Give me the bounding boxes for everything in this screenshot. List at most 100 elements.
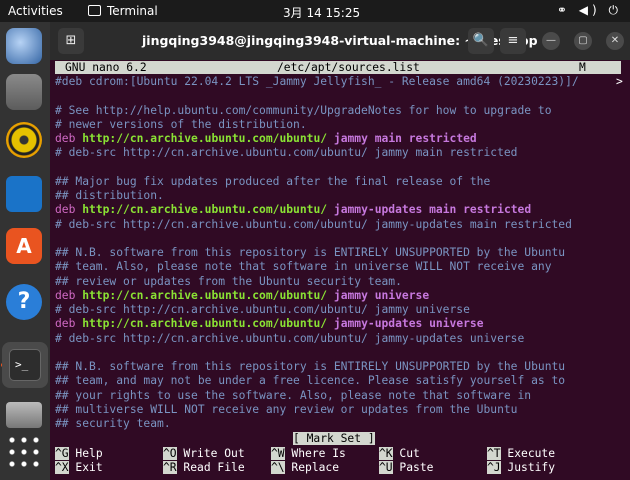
file-name: /etc/apt/sources.list xyxy=(277,61,420,74)
comment-line: ## distribution. xyxy=(55,189,164,202)
comment-line: ## security team. xyxy=(55,417,171,430)
shortcut-key: ^R xyxy=(163,461,177,474)
system-tray[interactable]: ⚭ ◀) ⏻ xyxy=(557,3,622,18)
comment-line: ## N.B. software from this repository is… xyxy=(55,246,566,259)
shortcut-cut[interactable]: ^K Cut xyxy=(379,447,420,461)
shortcut-replace[interactable]: ^\ Replace xyxy=(271,461,339,475)
repo-url: http://cn.archive.ubuntu.com/ubuntu/ xyxy=(82,317,328,331)
comment-line: # See http://help.ubuntu.com/community/U… xyxy=(55,103,552,117)
components: universe xyxy=(429,317,484,331)
dist-name: jammy-updates xyxy=(333,203,423,217)
source-line: deb http://cn.archive.ubuntu.com/ubuntu/… xyxy=(55,203,531,217)
shortcut-exit[interactable]: ^X Exit xyxy=(55,461,103,475)
shortcut-key: ^X xyxy=(55,461,69,474)
dist-name: jammy xyxy=(333,288,368,302)
files-icon[interactable] xyxy=(6,74,42,110)
status-message: [ Mark Set ] xyxy=(293,432,375,445)
app-name: Terminal xyxy=(107,4,158,18)
comment-line: # deb-src http://cn.archive.ubuntu.com/u… xyxy=(55,303,470,316)
shortcut-execute[interactable]: ^T Execute xyxy=(487,447,555,461)
shortcut-label: Justify xyxy=(500,461,556,474)
terminal-icon: >_ xyxy=(9,349,41,381)
clock[interactable]: 3月 14 15:25 xyxy=(283,4,360,21)
deb-keyword: deb xyxy=(55,203,76,217)
components: universe xyxy=(374,288,430,302)
comment-line: ## N.B. software from this repository is… xyxy=(55,360,566,373)
shortcut-justify[interactable]: ^J Justify xyxy=(487,461,555,475)
libreoffice-writer-icon[interactable] xyxy=(6,176,42,212)
terminal-window: ⊞ jingqing3948@jingqing3948-virtual-mach… xyxy=(50,22,630,480)
search-button[interactable]: 🔍 xyxy=(468,28,494,54)
dist-name: jammy xyxy=(333,132,368,145)
deb-keyword: deb xyxy=(55,317,76,331)
top-bar: Activities Terminal 3月 14 15:25 ⚭ ◀) ⏻ xyxy=(0,0,630,22)
shortcut-read-file[interactable]: ^R Read File xyxy=(163,461,245,475)
components: main restricted xyxy=(374,132,477,145)
comment-line: ## review or updates from the Ubuntu sec… xyxy=(55,274,402,288)
comment-line: ## your rights to use the software. Also… xyxy=(55,388,532,402)
shortcut-write-out[interactable]: ^O Write Out xyxy=(163,447,245,461)
comment-line: # deb-src http://cn.archive.ubuntu.com/u… xyxy=(55,217,572,231)
thunderbird-icon[interactable] xyxy=(6,28,42,64)
shortcut-key: ^T xyxy=(487,447,501,460)
shortcut-where-is[interactable]: ^W Where Is xyxy=(271,447,346,461)
comment-line: #deb cdrom:[Ubuntu 22.04.2 LTS _Jammy Je… xyxy=(55,75,579,88)
repo-url: http://cn.archive.ubuntu.com/ubuntu/ xyxy=(82,203,328,217)
shortcut-label: Replace xyxy=(284,461,340,474)
comment-line: ## team. Also, please note that software… xyxy=(55,260,552,274)
comment-line: ## Major bug fix updates produced after … xyxy=(55,174,491,188)
shortcut-label: Read File xyxy=(176,461,245,474)
shortcut-label: Write Out xyxy=(176,447,245,460)
shortcut-help[interactable]: ^G Help xyxy=(55,447,103,461)
dist-name: jammy-updates xyxy=(333,317,423,331)
line-overflow-marker: > xyxy=(616,75,623,88)
nano-version: GNU nano 6.2 xyxy=(65,61,147,74)
terminal-icon xyxy=(88,5,101,16)
minimize-button[interactable]: — xyxy=(542,32,560,50)
window-titlebar[interactable]: ⊞ jingqing3948@jingqing3948-virtual-mach… xyxy=(50,22,630,60)
rhythmbox-icon[interactable] xyxy=(6,122,42,158)
components: main restricted xyxy=(429,203,532,217)
comment-line: # deb-src http://cn.archive.ubuntu.com/u… xyxy=(55,146,518,160)
shortcut-label: Cut xyxy=(392,447,420,460)
drive-icon[interactable] xyxy=(6,402,42,428)
shortcut-label: Where Is xyxy=(284,447,346,460)
shortcut-key: ^K xyxy=(379,447,393,460)
source-line: deb http://cn.archive.ubuntu.com/ubuntu/… xyxy=(55,289,429,303)
shortcut-key: ^U xyxy=(379,461,393,474)
repo-url: http://cn.archive.ubuntu.com/ubuntu/ xyxy=(82,132,328,145)
shortcut-key: ^G xyxy=(55,447,69,460)
show-apps-icon[interactable] xyxy=(6,434,42,470)
terminal-launcher[interactable]: >_ xyxy=(2,342,48,388)
shortcut-key: ^O xyxy=(163,447,177,460)
deb-keyword: deb xyxy=(55,132,76,145)
nano-header: GNU nano 6.2 /etc/apt/sources.list M xyxy=(55,61,621,74)
app-center-icon[interactable]: A xyxy=(6,228,42,264)
nano-editor[interactable]: GNU nano 6.2 /etc/apt/sources.list M #de… xyxy=(50,60,630,480)
repo-url: http://cn.archive.ubuntu.com/ubuntu/ xyxy=(82,288,328,302)
shortcut-label: Paste xyxy=(392,461,434,474)
source-line: deb http://cn.archive.ubuntu.com/ubuntu/… xyxy=(55,132,477,146)
app-menu[interactable]: Terminal xyxy=(88,4,158,18)
shortcut-label: Help xyxy=(68,447,103,460)
activities-button[interactable]: Activities xyxy=(8,4,63,18)
shortcut-key: ^\ xyxy=(271,461,285,474)
modified-flag: M xyxy=(579,61,586,74)
comment-line: ## team, and may not be under a free lic… xyxy=(55,374,566,388)
shortcut-label: Exit xyxy=(68,461,103,474)
comment-line: # newer versions of the distribution. xyxy=(55,117,307,131)
new-tab-button[interactable]: ⊞ xyxy=(58,28,84,54)
maximize-button[interactable]: ▢ xyxy=(574,32,592,50)
shortcut-key: ^W xyxy=(271,447,285,460)
dock: A ? >_ xyxy=(0,22,50,480)
comment-line: # deb-src http://cn.archive.ubuntu.com/u… xyxy=(55,331,525,345)
help-icon[interactable]: ? xyxy=(6,284,42,320)
shortcut-paste[interactable]: ^U Paste xyxy=(379,461,433,475)
menu-button[interactable]: ≡ xyxy=(500,28,526,54)
source-line: deb http://cn.archive.ubuntu.com/ubuntu/… xyxy=(55,317,484,331)
comment-line: ## multiverse WILL NOT receive any revie… xyxy=(55,402,518,416)
shortcut-key: ^J xyxy=(487,461,501,474)
deb-keyword: deb xyxy=(55,288,76,302)
close-button[interactable]: ✕ xyxy=(606,32,624,50)
shortcut-label: Execute xyxy=(500,447,556,460)
